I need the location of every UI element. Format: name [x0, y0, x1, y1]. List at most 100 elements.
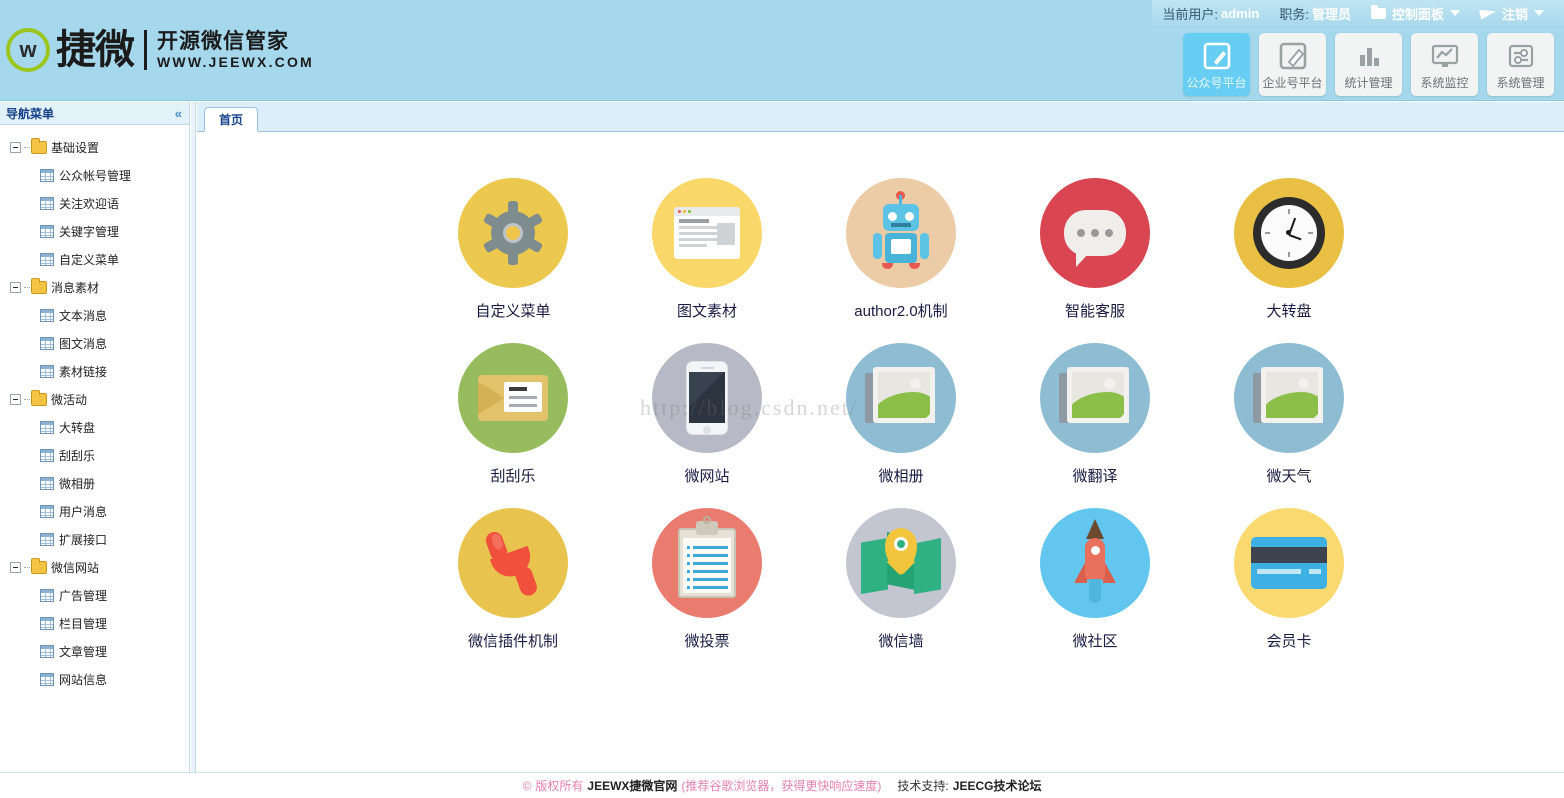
paper-plane-icon — [1480, 7, 1496, 20]
sidebar-splitter[interactable] — [191, 102, 196, 772]
collapse-left-icon[interactable]: « — [175, 107, 182, 120]
sidebar-item-2-0[interactable]: 大转盘 — [0, 413, 189, 441]
bar-chart-icon — [1354, 39, 1384, 73]
photo-icon — [846, 343, 956, 453]
sidebar-item-0-0[interactable]: 公众帐号管理 — [0, 161, 189, 189]
tab-home[interactable]: 首页 — [204, 107, 258, 132]
tree-connector — [24, 287, 30, 288]
sidebar-item-label: 关注欢迎语 — [59, 195, 119, 212]
sidebar-item-label: 微相册 — [59, 475, 95, 492]
folder-icon — [31, 141, 47, 154]
sidebar-group-label: 消息素材 — [51, 279, 99, 296]
sidebar-item-0-3[interactable]: 自定义菜单 — [0, 245, 189, 273]
tab-label: 首页 — [219, 111, 243, 128]
platform-button-group: 公众号平台 企业号平台 统计管理 — [1183, 33, 1554, 96]
sidebar-item-3-0[interactable]: 广告管理 — [0, 581, 189, 609]
app-tile-3[interactable]: 智能客服 — [998, 178, 1192, 321]
grid-icon — [40, 477, 54, 490]
grid-icon — [40, 309, 54, 322]
navigation-sidebar: 导航菜单 « 基础设置公众帐号管理关注欢迎语关键字管理自定义菜单消息素材文本消息… — [0, 102, 190, 772]
sidebar-item-2-3[interactable]: 用户消息 — [0, 497, 189, 525]
sidebar-item-2-1[interactable]: 刮刮乐 — [0, 441, 189, 469]
compose-square-icon — [1278, 39, 1308, 73]
app-tile-2[interactable]: author2.0机制 — [804, 178, 998, 321]
footer-support-link[interactable]: JEECG技术论坛 — [953, 777, 1042, 794]
app-tile-4[interactable]: 大转盘 — [1192, 178, 1386, 321]
gear-icon — [458, 178, 568, 288]
app-tile-9[interactable]: 微天气 — [1192, 343, 1386, 486]
app-tile-6[interactable]: 微网站 — [610, 343, 804, 486]
sliders-box-icon — [1506, 39, 1536, 73]
role-label: 职务: — [1279, 4, 1309, 23]
sidebar-item-1-0[interactable]: 文本消息 — [0, 301, 189, 329]
sidebar-item-3-3[interactable]: 网站信息 — [0, 665, 189, 693]
app-tile-14[interactable]: 会员卡 — [1192, 508, 1386, 651]
app-tile-0[interactable]: 自定义菜单 — [416, 178, 610, 321]
sidebar-item-label: 大转盘 — [59, 419, 95, 436]
role-value: 管理员 — [1312, 4, 1351, 23]
copyright-mark: © — [523, 779, 532, 793]
role-info: 职务: 管理员 — [1269, 4, 1361, 23]
sidebar-item-label: 刮刮乐 — [59, 447, 95, 464]
app-tile-13[interactable]: 微社区 — [998, 508, 1192, 651]
sidebar-item-3-1[interactable]: 栏目管理 — [0, 609, 189, 637]
logo-mark-icon: w — [6, 28, 50, 72]
app-tile-10[interactable]: 微信插件机制 — [416, 508, 610, 651]
copyright-text: 版权所有 — [535, 777, 583, 794]
app-tile-8[interactable]: 微翻译 — [998, 343, 1192, 486]
sidebar-item-label: 栏目管理 — [59, 615, 107, 632]
sidebar-item-3-2[interactable]: 文章管理 — [0, 637, 189, 665]
control-panel-menu[interactable]: 控制面板 — [1361, 4, 1470, 23]
current-user-info: 当前用户: admin — [1152, 4, 1269, 23]
grid-icon — [40, 169, 54, 182]
header-button-tongji[interactable]: 统计管理 — [1335, 33, 1402, 96]
map-pin-icon — [846, 508, 956, 618]
folder-icon — [31, 393, 47, 406]
tree-toggle-icon[interactable] — [10, 282, 21, 293]
app-tile-label: 微天气 — [1266, 465, 1311, 486]
robot-icon — [846, 178, 956, 288]
sidebar-group-3[interactable]: 微信网站 — [0, 553, 189, 581]
tree-toggle-icon[interactable] — [10, 562, 21, 573]
tab-strip: 首页 — [197, 102, 1564, 132]
header-button-jiankong[interactable]: 系统监控 — [1411, 33, 1478, 96]
sidebar-item-2-4[interactable]: 扩展接口 — [0, 525, 189, 553]
header-button-gongzhonghao[interactable]: 公众号平台 — [1183, 33, 1250, 96]
app-tile-label: author2.0机制 — [854, 300, 947, 321]
sidebar-item-1-1[interactable]: 图文消息 — [0, 329, 189, 357]
app-tile-5[interactable]: 刮刮乐 — [416, 343, 610, 486]
grid-icon — [40, 645, 54, 658]
header-button-label: 企业号平台 — [1262, 74, 1322, 91]
folder-icon — [31, 561, 47, 574]
tree-toggle-icon[interactable] — [10, 394, 21, 405]
app-tile-1[interactable]: 图文素材 — [610, 178, 804, 321]
sidebar-group-label: 微信网站 — [51, 559, 99, 576]
brand-logo[interactable]: w 捷微 开源微信管家 WWW.JEEWX.COM — [6, 28, 314, 72]
footer-site-link[interactable]: JEEWX捷微官网 — [587, 777, 677, 794]
sidebar-item-label: 自定义菜单 — [59, 251, 119, 268]
header-button-xitong[interactable]: 系统管理 — [1487, 33, 1554, 96]
grid-icon — [40, 533, 54, 546]
header-button-qiyehao[interactable]: 企业号平台 — [1259, 33, 1326, 96]
app-tile-12[interactable]: 微信墙 — [804, 508, 998, 651]
sidebar-item-0-1[interactable]: 关注欢迎语 — [0, 189, 189, 217]
sidebar-group-0[interactable]: 基础设置 — [0, 133, 189, 161]
logo-tagline: 开源微信管家 — [157, 30, 314, 54]
logo-divider — [144, 30, 147, 70]
sidebar-group-2[interactable]: 微活动 — [0, 385, 189, 413]
header-button-label: 公众号平台 — [1186, 74, 1246, 91]
tree-toggle-icon[interactable] — [10, 142, 21, 153]
smartphone-icon — [652, 343, 762, 453]
app-tile-11[interactable]: 微投票 — [610, 508, 804, 651]
app-tile-7[interactable]: 微相册 — [804, 343, 998, 486]
tree-connector — [24, 147, 30, 148]
logout-label: 注销 — [1502, 4, 1528, 23]
current-user-label: 当前用户: — [1162, 4, 1218, 23]
sidebar-item-2-2[interactable]: 微相册 — [0, 469, 189, 497]
grid-icon — [40, 505, 54, 518]
sidebar-group-1[interactable]: 消息素材 — [0, 273, 189, 301]
logout-menu[interactable]: 注销 — [1470, 4, 1554, 23]
sidebar-group-label: 基础设置 — [51, 139, 99, 156]
sidebar-item-1-2[interactable]: 素材链接 — [0, 357, 189, 385]
sidebar-item-0-2[interactable]: 关键字管理 — [0, 217, 189, 245]
